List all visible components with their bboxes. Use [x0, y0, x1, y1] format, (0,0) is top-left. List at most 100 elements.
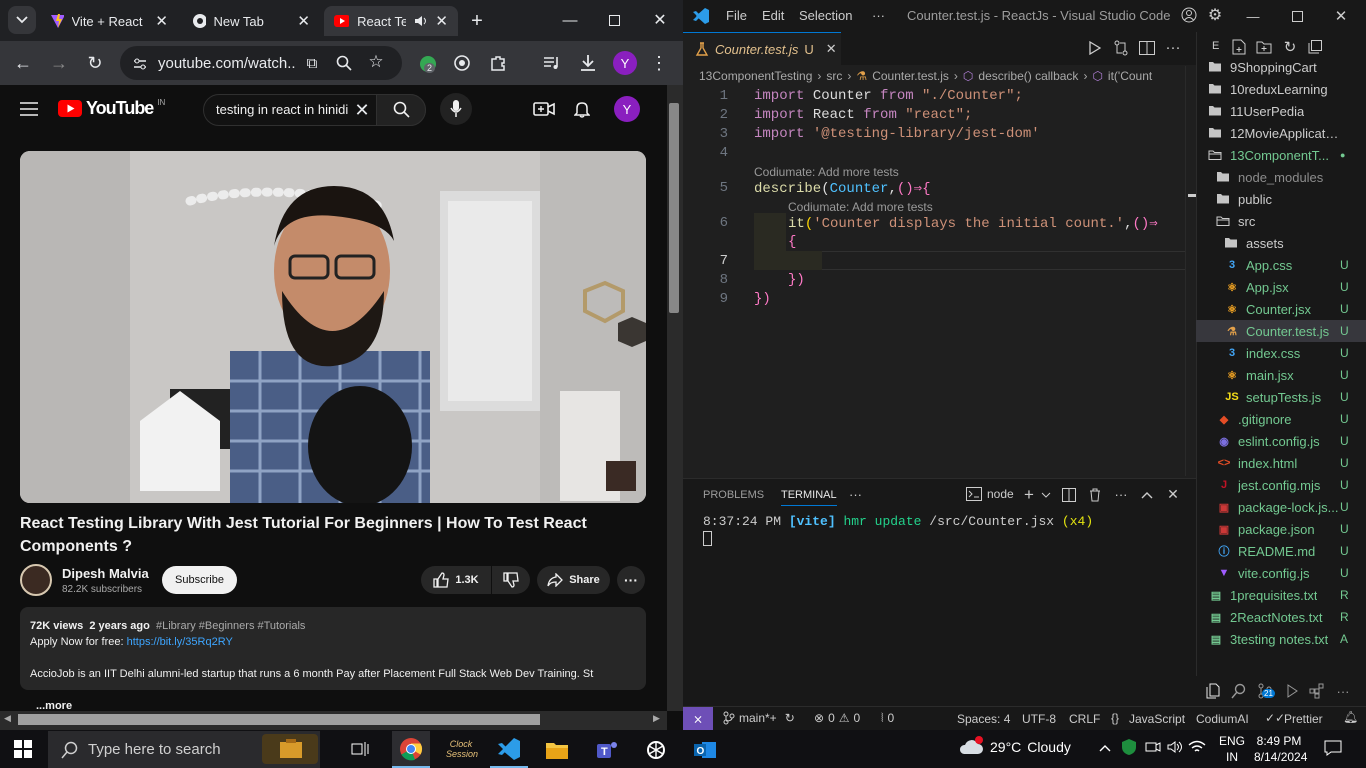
code-line-3[interactable]: import '@testing-library/jest-dom' — [754, 126, 1040, 142]
puzzle-icon[interactable] — [488, 53, 508, 73]
panel-tab-terminal[interactable]: TERMINAL — [781, 489, 837, 506]
file-tree-item[interactable]: ⚛ main.jsx U — [1196, 364, 1366, 386]
compare-changes-icon[interactable] — [1112, 39, 1130, 57]
zoom-icon[interactable] — [334, 53, 354, 73]
file-tree-item[interactable]: 11UserPedia — [1196, 100, 1366, 122]
file-tree-item[interactable]: ◆ .gitignore U — [1196, 408, 1366, 430]
ports-indicator[interactable]: ⦚ 0 — [881, 711, 894, 726]
tab-new-tab[interactable]: New Tab ✕ — [182, 6, 320, 36]
taskbar-teams-button[interactable]: T — [588, 731, 626, 768]
new-terminal-plus-icon[interactable]: + — [1020, 485, 1038, 504]
media-control-icon[interactable] — [542, 53, 562, 73]
close-icon[interactable]: ✕ — [826, 41, 837, 57]
like-button[interactable]: 1.3K — [421, 566, 491, 594]
taskbar-vscode-button[interactable] — [490, 731, 528, 768]
close-icon[interactable]: ✕ — [297, 12, 310, 30]
volume-icon[interactable] — [1166, 738, 1184, 756]
file-tree-item[interactable]: 9ShoppingCart — [1196, 56, 1366, 78]
tray-chevron-up-icon[interactable] — [1097, 740, 1113, 756]
forward-icon[interactable]: → — [48, 52, 70, 74]
close-window-button[interactable]: ✕ — [646, 10, 674, 30]
run-icon[interactable] — [1086, 39, 1104, 57]
youtube-search-button[interactable] — [376, 94, 426, 126]
tab-vite-react[interactable]: Vite + React ✕ — [40, 6, 178, 36]
file-tree-item[interactable]: public — [1196, 188, 1366, 210]
file-tree-item[interactable]: ⚗ Counter.test.js U — [1196, 320, 1366, 342]
source-control-icon[interactable]: 21 — [1256, 682, 1275, 700]
scrollbar-thumb[interactable] — [669, 103, 679, 313]
taskbar-outlook-button[interactable]: O — [686, 731, 724, 768]
vscode-close-button[interactable]: ✕ — [1331, 6, 1351, 26]
code-line-8[interactable]: }) — [788, 272, 805, 288]
dislike-button[interactable] — [492, 566, 530, 594]
file-tree-item[interactable]: 12MovieApplication — [1196, 122, 1366, 144]
activity-more-icon[interactable]: ··· — [1334, 682, 1352, 700]
maximize-button[interactable] — [600, 10, 628, 30]
hashtags[interactable]: #Library #Beginners #Tutorials — [156, 620, 305, 632]
panel-more-icon[interactable]: ··· — [849, 487, 862, 502]
address-bar[interactable]: youtube.com/watch... — [120, 46, 402, 80]
file-tree-item[interactable]: ▼ vite.config.js U — [1196, 562, 1366, 584]
taskbar-file-explorer-button[interactable] — [538, 731, 576, 768]
file-tree-item[interactable]: ⓘ README.md U — [1196, 540, 1366, 562]
terminal-cursor[interactable] — [703, 531, 712, 546]
scrollbar-thumb[interactable] — [18, 714, 540, 725]
extension-icon[interactable]: 2 — [416, 52, 440, 76]
reload-icon[interactable]: ↻ — [84, 52, 106, 74]
file-tree-item[interactable]: ⚛ Counter.jsx U — [1196, 298, 1366, 320]
file-tree-item[interactable]: ▤ 3testing notes.txt A — [1196, 628, 1366, 650]
code-line-2[interactable]: import React from "react"; — [754, 107, 972, 123]
security-shield-icon[interactable] — [1120, 738, 1138, 756]
split-editor-icon[interactable] — [1138, 39, 1156, 57]
problems-indicator[interactable]: ⊗ 0 ⚠ 0 — [814, 711, 860, 725]
notifications-bell-icon[interactable] — [571, 99, 593, 119]
terminal-selector[interactable]: node — [966, 487, 1014, 501]
maximize-panel-icon[interactable] — [1138, 487, 1156, 503]
file-tree-item[interactable]: node_modules — [1196, 166, 1366, 188]
file-tree-item[interactable]: ◉ eslint.config.js U — [1196, 430, 1366, 452]
weather-widget[interactable]: 29°C Cloudy — [958, 736, 1071, 758]
terminal-more-icon[interactable]: ··· — [1112, 486, 1130, 502]
voice-search-button[interactable] — [440, 93, 472, 125]
notification-center-icon[interactable] — [1322, 738, 1344, 758]
file-tree-item[interactable]: ▤ 1prequisites.txt R — [1196, 584, 1366, 606]
back-icon[interactable]: ← — [12, 52, 34, 74]
video-player[interactable] — [20, 151, 646, 503]
chrome-menu-icon[interactable]: ⋮ — [650, 52, 668, 74]
channel-name[interactable]: Dipesh Malvia — [62, 566, 149, 581]
apply-link[interactable]: https://bit.ly/35Rq2RY — [127, 636, 233, 648]
account-icon[interactable] — [1180, 6, 1198, 24]
youtube-search-input[interactable]: testing in react in hinidi — [216, 102, 348, 117]
hamburger-menu-icon[interactable] — [18, 99, 40, 119]
speaker-icon[interactable] — [414, 14, 427, 28]
close-panel-icon[interactable]: ✕ — [1164, 486, 1182, 502]
file-tree-item[interactable]: ▤ 2ReactNotes.txt R — [1196, 606, 1366, 628]
more-actions-button[interactable]: ··· — [617, 566, 645, 594]
settings-gear-icon[interactable]: ⚙ — [1205, 5, 1225, 25]
extensions-icon[interactable] — [1308, 682, 1326, 700]
task-view-icon[interactable] — [348, 738, 372, 760]
page-vertical-scrollbar[interactable] — [667, 85, 683, 711]
webcam-icon[interactable] — [1144, 738, 1162, 756]
taskbar-clock-session-button[interactable]: Clock Session — [444, 732, 478, 766]
taskbar-chrome-button[interactable] — [392, 731, 430, 768]
explorer-files-icon[interactable] — [1204, 682, 1222, 700]
new-tab-button[interactable]: + — [466, 10, 488, 32]
file-tree-item[interactable]: src — [1196, 210, 1366, 232]
tab-youtube[interactable]: React Tes ✕ — [324, 6, 458, 36]
editor-scrollbar[interactable] — [1185, 66, 1196, 476]
code-line-1[interactable]: import Counter from "./Counter"; — [754, 88, 1023, 104]
vscode-maximize-button[interactable] — [1287, 6, 1307, 26]
file-tree-item[interactable]: ⚛ App.jsx U — [1196, 276, 1366, 298]
file-tree-item[interactable]: ▣ package-lock.js... U — [1196, 496, 1366, 518]
breadcrumb-item[interactable]: it('Count — [1108, 69, 1152, 83]
collapse-folders-icon[interactable] — [1306, 38, 1324, 56]
site-info-icon[interactable] — [130, 54, 150, 74]
file-tree-item[interactable]: 10reduxLearning — [1196, 78, 1366, 100]
editor-more-icon[interactable]: ··· — [1164, 38, 1182, 56]
vscode-minimize-button[interactable]: — — [1243, 6, 1263, 26]
run-debug-icon[interactable] — [1282, 682, 1300, 700]
bookmark-star-icon[interactable]: ☆ — [366, 52, 386, 72]
system-clock[interactable]: 8:49 PM 8/14/2024 — [1254, 733, 1307, 765]
file-tree-item[interactable]: Jjest.config.mjs U — [1196, 474, 1366, 496]
